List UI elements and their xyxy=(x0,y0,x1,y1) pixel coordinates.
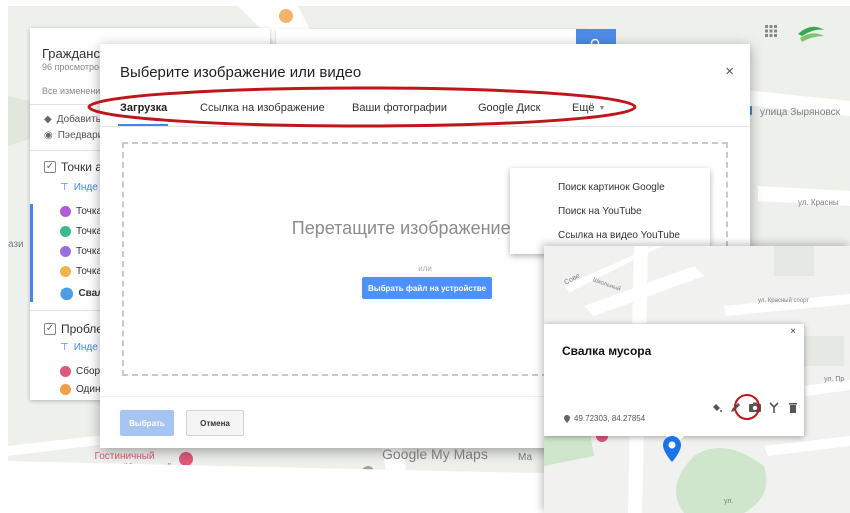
directions-icon[interactable] xyxy=(769,402,780,413)
checkbox-icon[interactable]: ✓ xyxy=(44,323,56,335)
hotel-label: Гостиничный комплекс "Арыстан" xyxy=(78,451,172,473)
inset-screenshot: Сове Шкoльный ул. Красный спорт ул. Пр у… xyxy=(544,246,850,513)
paint-roller-icon: ⊤ xyxy=(60,182,69,193)
menu-item-youtube-link[interactable]: Ссылка на видео YouTube xyxy=(558,230,680,241)
place-icon xyxy=(60,226,71,237)
choose-file-button[interactable]: Выбрать файл на устройстве xyxy=(362,277,492,299)
street-label: улица Зыряновск xyxy=(760,107,841,118)
item-label: Точка xyxy=(76,226,103,237)
close-icon[interactable]: × xyxy=(725,63,734,80)
popup-toolbar xyxy=(711,402,798,413)
layer-style-label: Инде xyxy=(73,342,98,353)
item-label: Сбор xyxy=(76,366,101,377)
add-layer-button[interactable]: ◆ Добавить xyxy=(44,114,101,125)
dialog-title: Выберите изображение или видео xyxy=(120,64,362,81)
list-item[interactable]: Точка xyxy=(60,246,102,257)
list-item[interactable]: Точка xyxy=(60,206,102,217)
place-icon xyxy=(60,266,71,277)
map-label: ази xyxy=(8,239,24,250)
more-dropdown-menu: Поиск картинок Google Поиск на YouTube С… xyxy=(510,168,710,254)
chevron-down-icon: ▼ xyxy=(598,104,606,112)
camera-icon[interactable] xyxy=(749,402,761,413)
tab-google-drive[interactable]: Google Диск xyxy=(478,102,540,114)
cancel-button[interactable]: Отмена xyxy=(186,410,244,436)
tab-your-photos[interactable]: Ваши фотографии xyxy=(352,102,447,114)
edit-pencil-icon[interactable] xyxy=(730,402,741,413)
close-icon[interactable]: × xyxy=(790,326,796,337)
kazakhtelecom-label: Казахтелеком xyxy=(292,468,357,479)
layer-toggle-1[interactable]: ✓ Точки ак xyxy=(44,160,107,174)
selection-bar xyxy=(30,204,33,302)
delete-trash-icon[interactable] xyxy=(788,402,798,413)
view-count: 96 просмотро xyxy=(42,62,100,72)
google-my-maps-logo: Google My Maps xyxy=(382,446,488,462)
layers-icon: ◆ xyxy=(44,114,52,125)
tab-more[interactable]: Ещё ▼ xyxy=(572,102,605,114)
org-logo-icon xyxy=(794,20,828,51)
place-icon xyxy=(60,384,71,395)
save-status: Все изменени xyxy=(42,86,101,96)
map-label: Ма xyxy=(518,452,533,463)
item-label: Точка xyxy=(76,206,103,217)
list-item[interactable]: Сбор xyxy=(60,366,100,377)
checkbox-icon[interactable]: ✓ xyxy=(44,161,56,173)
preview-label: Пэедвари xyxy=(57,130,104,141)
coords-label: 49.72303, 84.27854 xyxy=(574,414,646,423)
eye-icon: ◉ xyxy=(44,130,53,141)
item-label: Точка xyxy=(76,266,103,277)
layer-style-link[interactable]: ⊤ Инде xyxy=(60,342,98,353)
paint-bucket-icon[interactable] xyxy=(711,402,722,413)
street-label: ул. Пр xyxy=(824,376,845,383)
location-pin-icon xyxy=(564,414,570,423)
item-label: Точка xyxy=(76,246,103,257)
add-layer-label: Добавить xyxy=(56,114,101,125)
place-icon xyxy=(60,246,71,257)
layer-style-label: Инде xyxy=(73,182,98,193)
place-coordinates: 49.72303, 84.27854 xyxy=(564,414,645,423)
apps-grid-icon[interactable] xyxy=(765,24,777,42)
list-item[interactable]: Точка xyxy=(60,266,102,277)
tab-more-label: Ещё xyxy=(572,102,595,114)
place-info-popup: Свалка мусора × 49.72303, 84.27854 xyxy=(544,324,804,436)
menu-item-youtube-search[interactable]: Поиск на YouTube xyxy=(558,206,642,217)
layer-style-link[interactable]: ⊤ Инде xyxy=(60,182,98,193)
select-button[interactable]: Выбрать xyxy=(120,410,174,436)
tabs-divider xyxy=(100,126,750,127)
list-item[interactable]: Точка xyxy=(60,226,102,237)
place-title: Свалка мусора xyxy=(562,344,652,358)
preview-button[interactable]: ◉ Пэедвари xyxy=(44,130,103,141)
map-marker-icon[interactable] xyxy=(663,436,681,467)
paint-roller-icon: ⊤ xyxy=(60,342,69,353)
tab-image-link[interactable]: Ссылка на изображение xyxy=(200,102,325,114)
menu-item-google-images[interactable]: Поиск картинок Google xyxy=(558,182,665,193)
tab-upload[interactable]: Загрузка xyxy=(120,102,167,114)
map-title[interactable]: Гражданск xyxy=(42,46,106,61)
street-label: ул. Красны xyxy=(798,198,839,207)
place-icon xyxy=(60,366,71,377)
place-icon xyxy=(60,206,71,217)
map-pin-icon: ⬤ xyxy=(60,286,74,300)
street-label: ул. Красный спорт xyxy=(758,298,810,304)
street-label: ул. xyxy=(724,498,734,505)
